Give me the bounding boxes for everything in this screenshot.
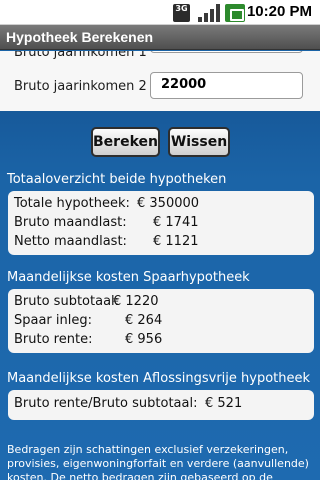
spaar-row-value: € 956: [125, 332, 163, 347]
totaal-row-label: Totale hypotheek:: [14, 196, 130, 211]
spaar-row-label: Spaar inleg:: [14, 313, 93, 328]
bruto1-input[interactable]: [150, 51, 303, 53]
status-bar: 3G 10:20 PM: [0, 0, 320, 25]
battery-icon: [225, 4, 245, 22]
totaal-row-value: € 350000: [137, 196, 200, 211]
totaal-row-label: Bruto maandlast:: [14, 215, 127, 230]
spaar-row-label: Bruto subtotaal:: [14, 294, 120, 309]
status-time: 10:20 PM: [246, 3, 312, 20]
totaal-panel: Totale hypotheek: € 350000 Bruto maandla…: [8, 191, 314, 255]
aflossingsvrij-row-value: € 521: [205, 396, 243, 411]
spaar-panel: Bruto subtotaal: € 1220 Spaar inleg: € 2…: [8, 289, 314, 353]
bruto2-label: Bruto jaarinkomen 2: [14, 79, 147, 94]
input-panel: Bruto jaarinkomen 1 Bruto jaarinkomen 2 …: [0, 51, 320, 111]
app-title: Hypotheek Berekenen: [6, 29, 154, 45]
wissen-button[interactable]: Wissen: [168, 127, 230, 157]
title-bar: Hypotheek Berekenen: [0, 25, 320, 50]
bruto1-label: Bruto jaarinkomen 1: [14, 51, 147, 60]
aflossingsvrij-title: Maandelijkse kosten Aflossingsvrije hypo…: [7, 371, 311, 386]
aflossingsvrij-panel: Bruto rente/Bruto subtotaal: € 521: [8, 390, 314, 420]
main-content[interactable]: Bruto jaarinkomen 1 Bruto jaarinkomen 2 …: [0, 51, 320, 480]
disclaimer-text: Bedragen zijn schattingen exclusief verz…: [7, 443, 309, 480]
spaar-row-value: € 1220: [113, 294, 159, 309]
bereken-button[interactable]: Bereken: [91, 127, 160, 157]
aflossingsvrij-row-label: Bruto rente/Bruto subtotaal:: [14, 396, 198, 411]
spaar-row-value: € 264: [125, 313, 163, 328]
totaal-row-value: € 1741: [153, 215, 199, 230]
signal-strength-icon: [198, 4, 220, 22]
spaar-row-label: Bruto rente:: [14, 332, 93, 347]
totaal-row-value: € 1121: [153, 234, 199, 249]
totaal-row-label: Netto maandlast:: [14, 234, 127, 249]
bruto2-input[interactable]: 22000: [150, 72, 303, 99]
spaar-title: Maandelijkse kosten Spaarhypotheek: [7, 270, 250, 285]
totaal-title: Totaaloverzicht beide hypotheken: [7, 172, 227, 187]
network-3g-icon: 3G: [173, 4, 190, 22]
